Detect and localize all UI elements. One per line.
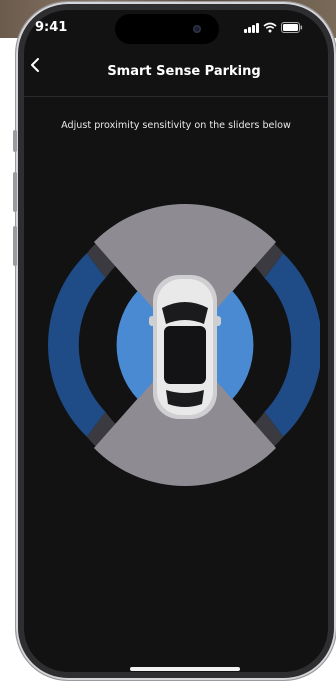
phone-volume-down-button	[13, 226, 17, 266]
phone-volume-up-button	[13, 172, 17, 212]
cellular-signal-icon	[244, 22, 259, 33]
phone-action-button	[13, 130, 17, 152]
battery-icon	[280, 22, 302, 33]
right-outer-zone-slider[interactable]	[264, 253, 321, 437]
home-indicator[interactable]	[130, 667, 240, 671]
back-button[interactable]	[24, 54, 46, 76]
status-time: 9:41	[35, 20, 68, 35]
wifi-icon	[262, 22, 277, 33]
header-divider	[24, 96, 328, 97]
left-outer-zone-slider[interactable]	[48, 253, 106, 437]
camera-icon	[193, 25, 201, 33]
dynamic-island	[115, 14, 219, 44]
status-icons	[244, 22, 303, 33]
chevron-left-icon	[31, 58, 39, 72]
page-title: Smart Sense Parking	[107, 64, 261, 79]
instruction-text: Adjust proximity sensitivity on the slid…	[61, 120, 291, 131]
car-top-view-icon	[149, 275, 221, 419]
proximity-sensor-visualization	[48, 203, 321, 487]
